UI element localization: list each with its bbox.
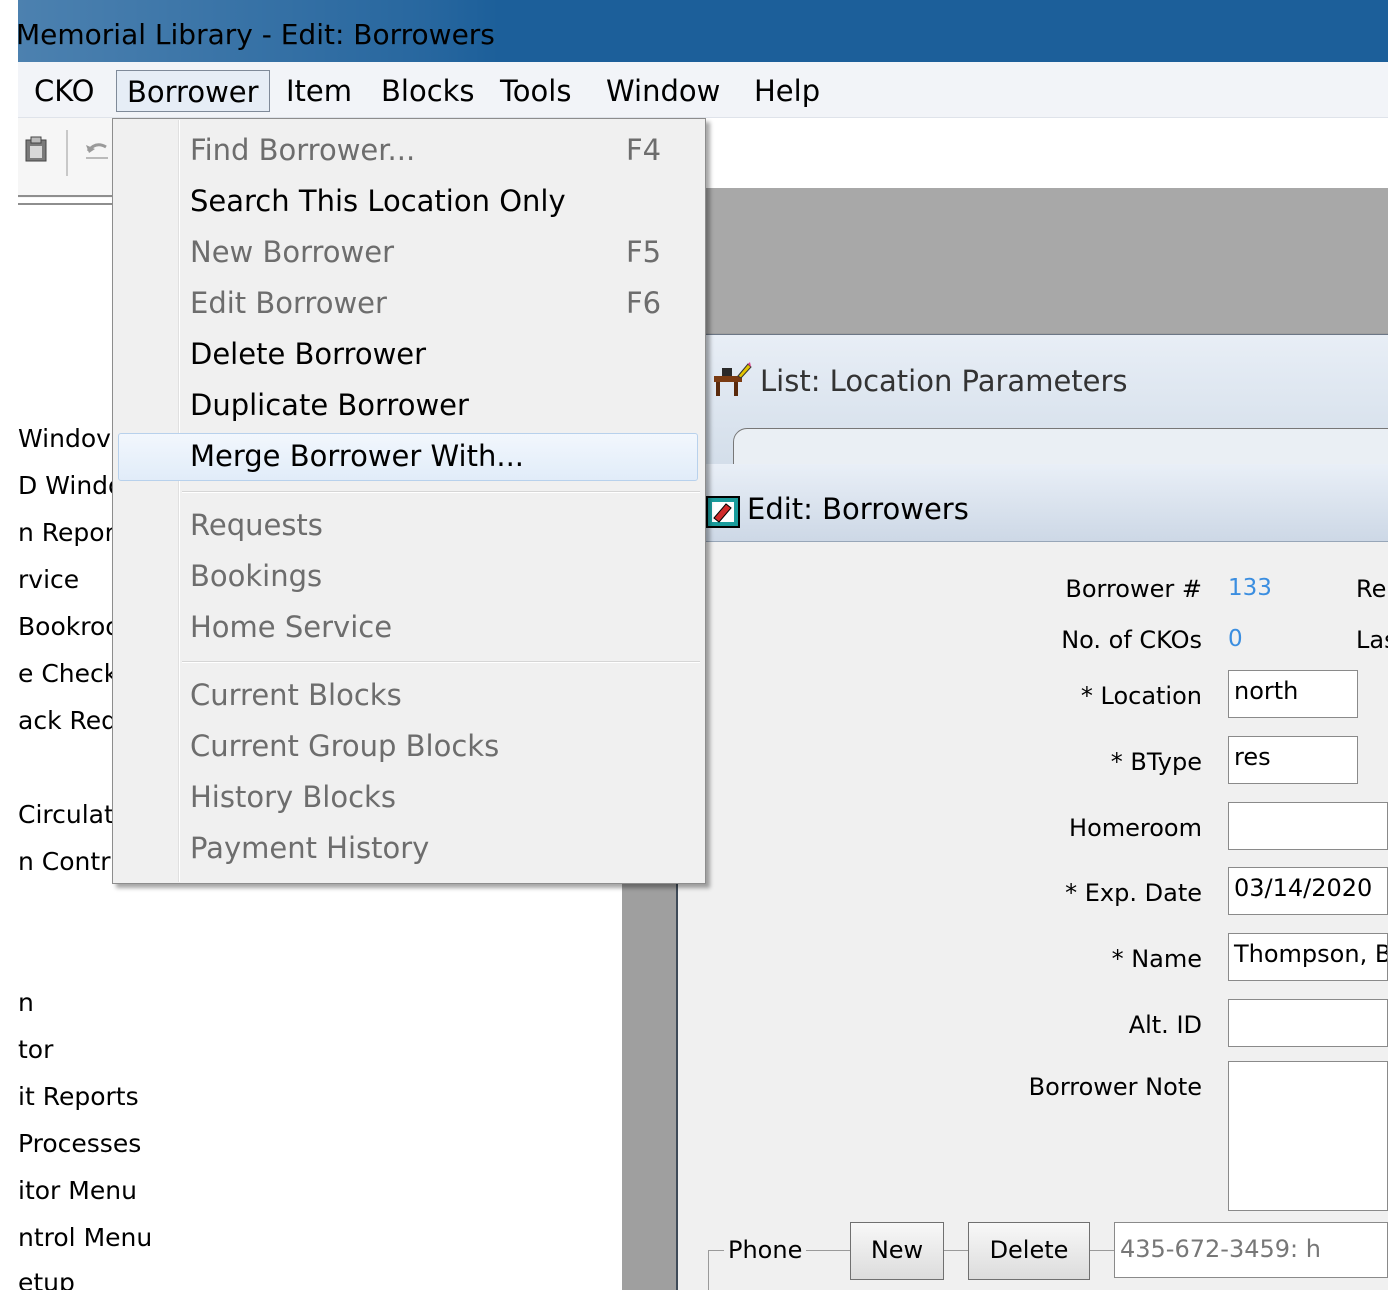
phone-field[interactable]: 435-672-3459: h (1114, 1222, 1388, 1278)
shortcut-f4: F4 (626, 133, 662, 167)
name-field[interactable]: Thompson, B (1228, 933, 1388, 981)
window-left-edge (0, 0, 18, 1290)
left-menu-item[interactable]: Circulati (18, 800, 118, 829)
exp-date-label: * Exp. Date (1065, 879, 1202, 907)
menu-blocks[interactable]: Blocks (371, 70, 485, 112)
menu-new-borrower[interactable]: New Borrower (190, 235, 394, 269)
borrower-note-label: Borrower Note (1028, 1073, 1202, 1101)
menu-edit-borrower[interactable]: Edit Borrower (190, 286, 387, 320)
left-menu-item[interactable]: n Repor (18, 518, 118, 547)
mdi-background-window (700, 188, 1388, 333)
menu-item[interactable]: Item (276, 70, 362, 112)
menu-cko[interactable]: CKO (24, 70, 105, 112)
new-phone-button[interactable]: New (850, 1222, 944, 1280)
menu-find-borrower[interactable]: Find Borrower... (190, 133, 415, 167)
list-window-title: List: Location Parameters (760, 364, 1128, 398)
edit-record-icon (706, 496, 740, 528)
phone-group-label: Phone (724, 1236, 807, 1264)
btype-field[interactable]: res (1228, 736, 1358, 784)
exp-date-field[interactable]: 03/14/2020 (1228, 867, 1388, 915)
menu-search-this-location-only[interactable]: Search This Location Only (190, 184, 566, 218)
toolbar-divider (18, 195, 118, 205)
left-menu-item[interactable]: Bookroo (18, 612, 118, 641)
desk-icon (712, 362, 752, 398)
cut-off-label: Re (1356, 575, 1387, 603)
left-menu-item[interactable]: e Check (18, 659, 118, 688)
menu-icon-gutter (178, 120, 180, 882)
menu-home-service[interactable]: Home Service (190, 610, 392, 644)
left-menu-item[interactable]: n Contr (18, 847, 118, 876)
menu-separator (182, 661, 700, 663)
left-menu-item[interactable]: rvice (18, 565, 118, 594)
left-menu-item[interactable]: Windov (18, 424, 118, 453)
borrower-number-value: 133 (1228, 575, 1272, 601)
left-menu-item[interactable]: tor (18, 1035, 218, 1064)
paste-icon[interactable] (24, 135, 48, 163)
alt-id-label: Alt. ID (1128, 1011, 1202, 1039)
undo-icon[interactable] (84, 135, 108, 163)
ckos-value: 0 (1228, 626, 1243, 652)
ckos-label: No. of CKOs (1061, 626, 1202, 654)
menu-requests[interactable]: Requests (190, 508, 323, 542)
menu-bookings[interactable]: Bookings (190, 559, 322, 593)
left-menu-item[interactable]: ack Requ (18, 706, 118, 735)
menu-borrower[interactable]: Borrower (116, 70, 270, 112)
borrower-note-field[interactable] (1228, 1061, 1388, 1211)
location-field[interactable]: north (1228, 670, 1358, 718)
menu-current-blocks[interactable]: Current Blocks (190, 678, 402, 712)
menu-delete-borrower[interactable]: Delete Borrower (190, 337, 426, 371)
homeroom-field[interactable] (1228, 802, 1388, 850)
shortcut-f5: F5 (626, 235, 662, 269)
btype-label: * BType (1110, 748, 1202, 776)
location-label: * Location (1080, 682, 1202, 710)
left-menu-item[interactable]: n (18, 988, 218, 1017)
delete-phone-button[interactable]: Delete (968, 1222, 1090, 1280)
alt-id-field[interactable] (1228, 999, 1388, 1047)
toolbar-separator (66, 130, 68, 176)
left-menu-item[interactable]: it Reports (18, 1082, 218, 1111)
name-label: * Name (1111, 945, 1202, 973)
edit-window-title: Edit: Borrowers (747, 492, 969, 526)
left-menu-item[interactable]: etup (18, 1268, 218, 1290)
left-menu-item[interactable]: D Windo (18, 471, 118, 500)
borrower-number-label: Borrower # (1065, 575, 1202, 603)
menu-tools[interactable]: Tools (490, 70, 581, 112)
shortcut-f6: F6 (626, 286, 662, 320)
menu-window[interactable]: Window (596, 70, 730, 112)
menu-help[interactable]: Help (744, 70, 830, 112)
borrower-dropdown-menu (112, 118, 706, 884)
left-menu-item[interactable]: Processes (18, 1129, 218, 1158)
menu-separator (182, 491, 700, 493)
window-title: Memorial Library - Edit: Borrowers (16, 18, 495, 51)
homeroom-label: Homeroom (1069, 814, 1202, 842)
menu-duplicate-borrower[interactable]: Duplicate Borrower (190, 388, 469, 422)
left-menu-item[interactable]: ntrol Menu (18, 1223, 218, 1252)
menu-history-blocks[interactable]: History Blocks (190, 780, 396, 814)
mdi-top-area (700, 118, 1388, 188)
cut-off-label: Las (1356, 626, 1388, 654)
menu-payment-history[interactable]: Payment History (190, 831, 429, 865)
menu-merge-borrower-with[interactable]: Merge Borrower With... (190, 439, 524, 473)
left-menu-item[interactable]: itor Menu (18, 1176, 218, 1205)
menu-current-group-blocks[interactable]: Current Group Blocks (190, 729, 499, 763)
